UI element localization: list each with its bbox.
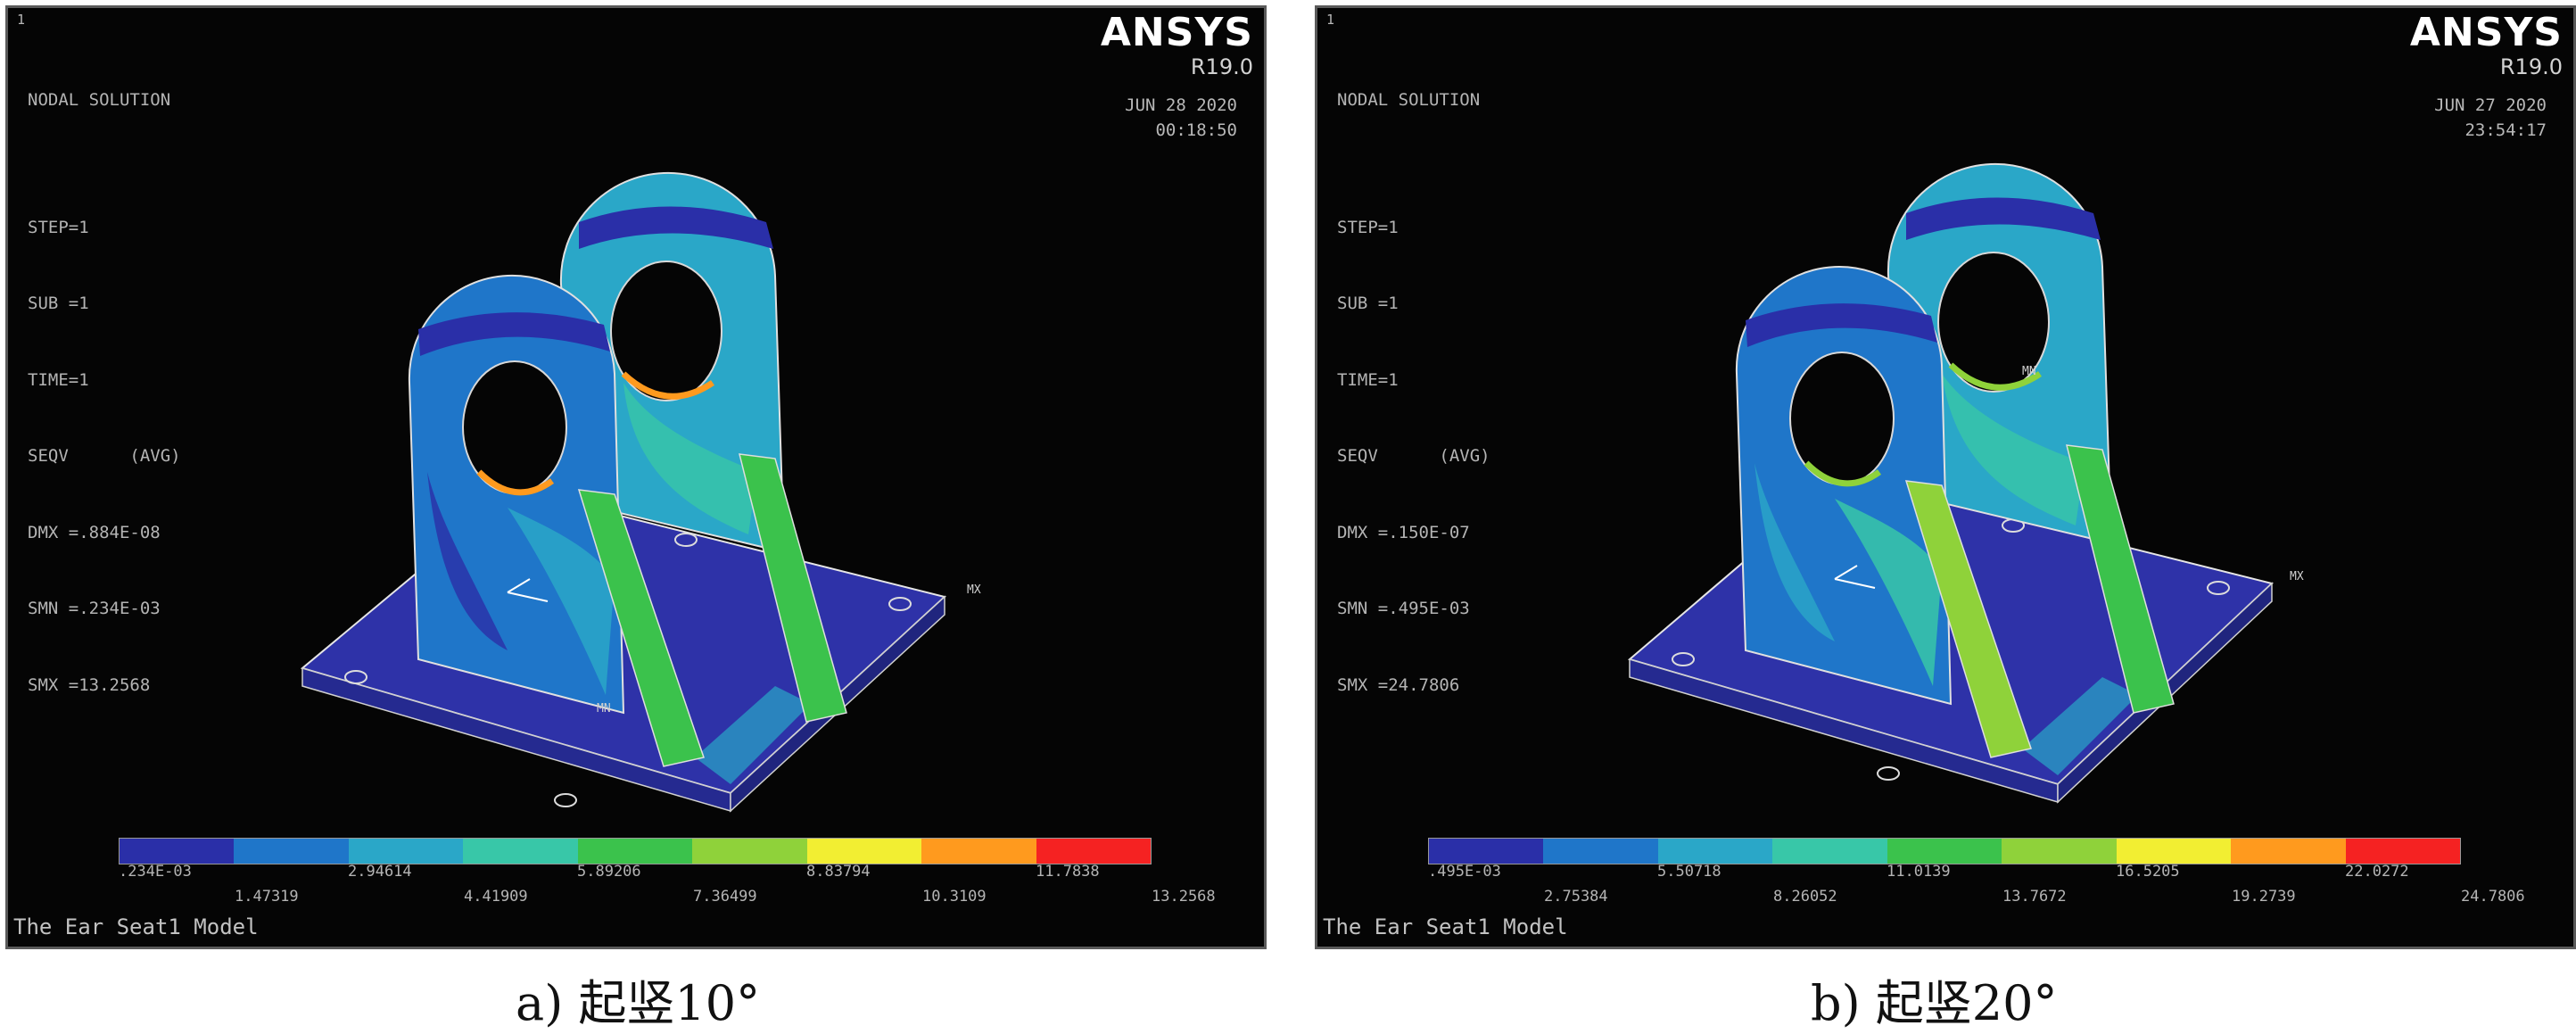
result-panel-b: 1 NODAL SOLUTION STEP=1 SUB =1 TIME=1 SE…	[1315, 5, 2576, 949]
contour-legend-bar	[119, 838, 1152, 864]
legend-segment	[1772, 839, 1887, 864]
legend-label: 10.3109	[922, 888, 987, 906]
legend-label: 1.47319	[235, 888, 299, 906]
bolt-hole	[554, 793, 577, 807]
legend-label: 11.0139	[1887, 863, 1951, 881]
figure-caption-a: a) 起竖10°	[516, 975, 761, 1031]
legend-label: 13.7672	[2002, 888, 2067, 906]
legend-segment	[1429, 839, 1544, 864]
legend-label: 8.26052	[1773, 888, 1837, 906]
legend-segment	[577, 839, 693, 864]
stress-contour-model	[1627, 162, 2275, 804]
legend-segment	[806, 839, 922, 864]
legend-label: 5.89206	[577, 863, 641, 881]
legend-label: 7.36499	[693, 888, 757, 906]
legend-segment	[120, 839, 235, 864]
legend-label: 22.0272	[2345, 863, 2409, 881]
legend-label: 24.7806	[2461, 888, 2525, 906]
legend-segment	[2345, 839, 2460, 864]
model-title: The Ear Seat1 Model	[1323, 914, 1568, 939]
legend-label: 4.41909	[464, 888, 528, 906]
stress-contour-model	[300, 171, 947, 813]
legend-segment	[1036, 839, 1151, 864]
legend-label: .234E-03	[119, 863, 192, 881]
min-marker: MN	[597, 702, 611, 716]
legend-label: 5.50718	[1657, 863, 1721, 881]
legend-label: 13.2568	[1152, 888, 1216, 906]
figure-caption-b: b) 起竖20°	[1811, 975, 2058, 1031]
legend-segment	[2116, 839, 2232, 864]
legend-label: 11.7838	[1036, 863, 1100, 881]
max-marker: MX	[2290, 570, 2304, 583]
legend-segment	[348, 839, 464, 864]
legend-segment	[1887, 839, 2002, 864]
legend-segment	[2002, 839, 2117, 864]
result-panel-a: 1 NODAL SOLUTION STEP=1 SUB =1 TIME=1 SE…	[5, 5, 1267, 949]
legend-segment	[1657, 839, 1773, 864]
legend-label: 2.75384	[1544, 888, 1608, 906]
legend-label: 16.5205	[2116, 863, 2180, 881]
contour-legend-bar	[1428, 838, 2461, 864]
min-marker: MN	[2022, 365, 2036, 378]
legend-segment	[2231, 839, 2346, 864]
max-marker: MX	[967, 583, 981, 597]
bolt-hole	[1877, 766, 1900, 781]
legend-segment	[234, 839, 349, 864]
model-title: The Ear Seat1 Model	[13, 914, 259, 939]
legend-label: 8.83794	[806, 863, 871, 881]
legend-label: 2.94614	[348, 863, 412, 881]
legend-segment	[1543, 839, 1658, 864]
legend-label: 19.2739	[2232, 888, 2296, 906]
legend-label: .495E-03	[1428, 863, 1501, 881]
legend-segment	[692, 839, 807, 864]
legend-segment	[921, 839, 1036, 864]
legend-segment	[463, 839, 578, 864]
